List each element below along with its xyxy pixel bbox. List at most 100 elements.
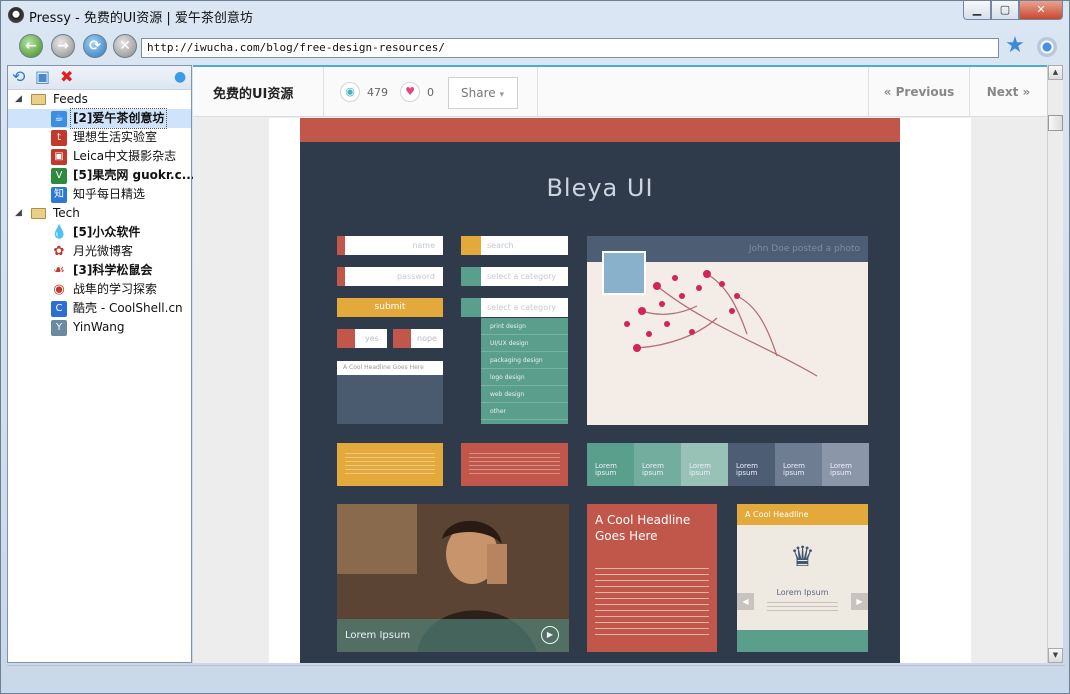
menu-item: other xyxy=(481,403,568,420)
feed-label: [2]爱午茶创意坊 xyxy=(69,108,168,129)
scroll-up-button[interactable]: ▲ xyxy=(1048,65,1063,80)
moon-icon: ✿ xyxy=(53,244,65,259)
feed-sidebar: ⟲ ▣ ✖ ● ◢ Feeds ☕ [2]爱午茶创意坊 t 理想生活实验室 ▣ Leica中文… xyxy=(7,65,195,663)
post-header: 免费的UI资源 ◉ 479 ♥ 0 Share ▾ « Previous Nex… xyxy=(193,67,1047,117)
headline-card-title: A Cool Headline Goes Here xyxy=(595,513,691,543)
scroll-down-button[interactable]: ▼ xyxy=(1048,648,1063,663)
maximize-button[interactable]: ▢ xyxy=(991,1,1019,20)
next-post-link[interactable]: Next » xyxy=(970,67,1047,117)
category-select-open: select a category xyxy=(481,298,568,317)
like-heart-icon[interactable]: ♥ xyxy=(400,82,420,102)
feed-item[interactable]: ✿ 月光微博客 xyxy=(8,242,191,261)
feed-item[interactable]: 💧 [5]小众软件 xyxy=(8,223,191,242)
expander-icon[interactable]: ◢ xyxy=(15,90,22,109)
crown-card-footer xyxy=(737,630,868,652)
post-title: 免费的UI资源 xyxy=(213,87,294,102)
menu-item: print design xyxy=(481,318,568,335)
feed-label: [3]科学松鼠会 xyxy=(73,263,153,277)
refresh-feeds-icon[interactable]: ⟲ xyxy=(12,68,25,86)
feed-item[interactable]: Y YinWang xyxy=(8,318,191,337)
feed-item[interactable]: 知知乎每日精选 xyxy=(8,185,191,204)
folder-tech[interactable]: ◢ Tech xyxy=(8,204,191,223)
tea-icon: ☕ xyxy=(51,111,67,127)
search-field: search xyxy=(481,236,568,255)
zhihu-icon: 知 xyxy=(51,187,67,203)
divider xyxy=(537,67,538,117)
globe-icon: ◉ xyxy=(53,282,65,297)
navigation-toolbar: ← → ⟳ ✕ http://iwucha.com/blog/free-desi… xyxy=(7,31,1065,65)
article-body: Bleya UI name password submit yes nope A… xyxy=(269,118,971,663)
yellow-text-tile xyxy=(337,443,443,486)
bleya-ui-preview-image: Bleya UI name password submit yes nope A… xyxy=(300,118,900,663)
feed-item[interactable]: t 理想生活实验室 xyxy=(8,128,191,147)
forward-button[interactable]: → xyxy=(51,34,75,58)
feed-label: YinWang xyxy=(73,320,125,334)
share-button[interactable]: Share ▾ xyxy=(448,77,518,109)
color-swatch: Lorem ipsum xyxy=(728,443,775,486)
flower-illustration xyxy=(624,270,818,377)
address-bar[interactable]: http://iwucha.com/blog/free-design-resou… xyxy=(141,38,999,58)
pressy-app-icon xyxy=(8,7,24,23)
color-swatch: Lorem ipsum xyxy=(681,443,728,486)
color-swatch: Lorem ipsum xyxy=(634,443,681,486)
pin-icon[interactable]: ● xyxy=(174,68,186,86)
crown-card-header: A Cool Headline xyxy=(737,504,868,525)
feed-label: 酷壳 - CoolShell.cn xyxy=(73,301,183,315)
video-card: Lorem Ipsum ▶ xyxy=(337,504,569,652)
feed-item[interactable]: ☙ [3]科学松鼠会 xyxy=(8,261,191,280)
close-button[interactable]: ✕ xyxy=(1019,1,1063,20)
views-eye-icon: ◉ xyxy=(340,82,360,102)
view-count: 479 xyxy=(367,86,388,99)
video-caption: Lorem Ipsum xyxy=(337,619,569,652)
chevron-down-icon: ▾ xyxy=(499,90,504,100)
text-lines xyxy=(595,568,709,638)
feed-item[interactable]: ◉ 战隼的学习探索 xyxy=(8,280,191,299)
scroll-thumb[interactable] xyxy=(1048,115,1063,131)
chevron-down-icon xyxy=(461,298,481,317)
feed-item[interactable]: ▣ Leica中文摄影杂志 xyxy=(8,147,191,166)
check-icon xyxy=(337,329,355,348)
folder-label: Feeds xyxy=(53,92,88,106)
add-bookmark-star-icon[interactable]: ★ xyxy=(1003,35,1027,59)
feed-item[interactable]: C 酷壳 - CoolShell.cn xyxy=(8,299,191,318)
yes-label: yes xyxy=(365,334,379,343)
menu-item: logo design xyxy=(481,369,568,386)
color-swatch: Lorem ipsum xyxy=(822,443,869,486)
feed-item[interactable]: V [5]果壳网 guokr.c... xyxy=(8,166,195,185)
crown-icon: ♛ xyxy=(789,540,816,573)
chevron-left-icon: ◀ xyxy=(737,593,754,610)
headline-box-title: A Cool Headline Goes Here xyxy=(337,361,443,375)
title-bar: Pressy - 免费的UI资源 | 爱午茶创意坊 ▁ ▢ ✕ xyxy=(1,1,1069,29)
yinwang-icon: Y xyxy=(51,320,67,336)
preview-title: Bleya UI xyxy=(546,174,654,202)
feed-item[interactable]: ☕ [2]爱午茶创意坊 xyxy=(8,108,191,129)
play-icon: ▶ xyxy=(541,626,559,644)
nope-label: nope xyxy=(417,334,437,343)
back-button[interactable]: ← xyxy=(19,34,43,58)
crown-card-title: Lorem Ipsum xyxy=(776,588,829,597)
stop-button[interactable]: ✕ xyxy=(113,34,137,58)
expander-icon[interactable]: ◢ xyxy=(15,204,22,223)
field-marker xyxy=(337,267,345,286)
add-folder-icon[interactable]: ▣ xyxy=(35,68,50,86)
folder-feeds[interactable]: ◢ Feeds xyxy=(8,90,191,109)
password-field: password xyxy=(345,267,443,286)
feed-label: 战隼的学习探索 xyxy=(73,282,158,296)
coolshell-icon: C xyxy=(51,301,67,317)
guokr-icon: V xyxy=(51,168,67,184)
vertical-scrollbar[interactable]: ▲ ▼ xyxy=(1047,65,1063,663)
menu-item: UI/UX design xyxy=(481,335,568,352)
minimize-button[interactable]: ▁ xyxy=(963,1,991,20)
delete-feed-icon[interactable]: ✖ xyxy=(60,68,73,86)
folder-label: Tech xyxy=(53,206,80,220)
chrome-icon[interactable] xyxy=(1037,37,1057,57)
feed-label: Leica中文摄影杂志 xyxy=(73,149,177,163)
share-label: Share xyxy=(461,86,496,100)
window-title: Pressy - 免费的UI资源 | 爱午茶创意坊 xyxy=(29,11,253,26)
text-lines xyxy=(469,453,560,475)
feed-label: 月光微博客 xyxy=(73,244,134,258)
folder-icon xyxy=(31,94,46,105)
reload-button[interactable]: ⟳ xyxy=(83,34,107,58)
headline-card: A Cool Headline Goes Here xyxy=(587,504,717,652)
previous-post-link[interactable]: « Previous xyxy=(869,67,969,117)
